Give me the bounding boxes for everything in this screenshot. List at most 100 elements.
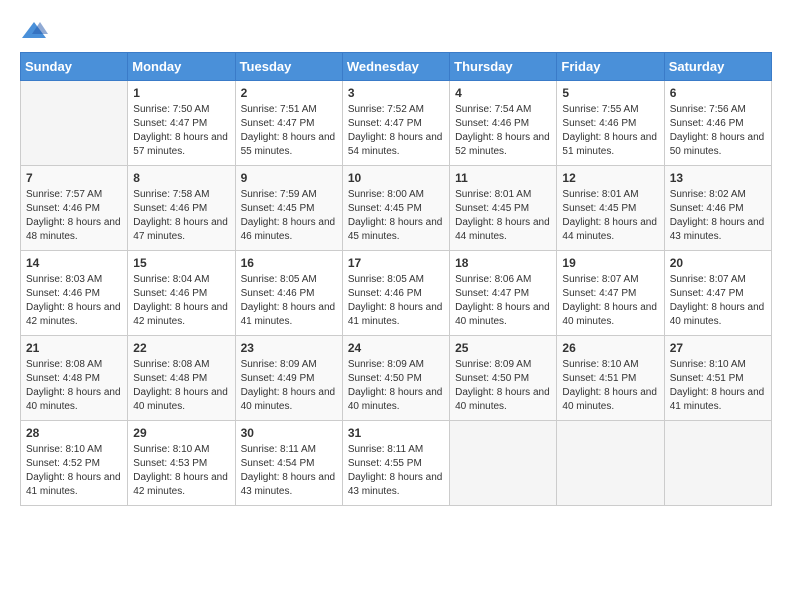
day-number: 27 [670,341,766,355]
day-number: 11 [455,171,551,185]
calendar-cell [664,421,771,506]
day-info: Sunrise: 7:51 AM Sunset: 4:47 PM Dayligh… [241,103,337,159]
calendar-cell: 21 Sunrise: 8:08 AM Sunset: 4:48 PM Dayl… [21,336,128,421]
calendar-cell: 26 Sunrise: 8:10 AM Sunset: 4:51 PM Dayl… [557,336,664,421]
day-info: Sunrise: 8:08 AM Sunset: 4:48 PM Dayligh… [26,358,122,414]
calendar-cell: 11 Sunrise: 8:01 AM Sunset: 4:45 PM Dayl… [450,166,557,251]
day-number: 20 [670,256,766,270]
day-number: 10 [348,171,444,185]
day-info: Sunrise: 7:56 AM Sunset: 4:46 PM Dayligh… [670,103,766,159]
day-header-saturday: Saturday [664,53,771,81]
day-info: Sunrise: 8:09 AM Sunset: 4:49 PM Dayligh… [241,358,337,414]
day-info: Sunrise: 7:54 AM Sunset: 4:46 PM Dayligh… [455,103,551,159]
calendar-week-5: 28 Sunrise: 8:10 AM Sunset: 4:52 PM Dayl… [21,421,772,506]
day-info: Sunrise: 8:04 AM Sunset: 4:46 PM Dayligh… [133,273,229,329]
day-info: Sunrise: 8:07 AM Sunset: 4:47 PM Dayligh… [670,273,766,329]
day-info: Sunrise: 8:11 AM Sunset: 4:55 PM Dayligh… [348,443,444,499]
day-info: Sunrise: 8:05 AM Sunset: 4:46 PM Dayligh… [241,273,337,329]
calendar-cell: 13 Sunrise: 8:02 AM Sunset: 4:46 PM Dayl… [664,166,771,251]
day-header-friday: Friday [557,53,664,81]
calendar-cell: 7 Sunrise: 7:57 AM Sunset: 4:46 PM Dayli… [21,166,128,251]
calendar-cell [450,421,557,506]
calendar-cell: 18 Sunrise: 8:06 AM Sunset: 4:47 PM Dayl… [450,251,557,336]
day-info: Sunrise: 8:10 AM Sunset: 4:51 PM Dayligh… [670,358,766,414]
logo [20,20,52,42]
calendar-cell: 24 Sunrise: 8:09 AM Sunset: 4:50 PM Dayl… [342,336,449,421]
calendar-cell: 12 Sunrise: 8:01 AM Sunset: 4:45 PM Dayl… [557,166,664,251]
calendar-cell: 5 Sunrise: 7:55 AM Sunset: 4:46 PM Dayli… [557,81,664,166]
calendar-cell [557,421,664,506]
day-info: Sunrise: 8:10 AM Sunset: 4:51 PM Dayligh… [562,358,658,414]
calendar-cell: 23 Sunrise: 8:09 AM Sunset: 4:49 PM Dayl… [235,336,342,421]
day-number: 18 [455,256,551,270]
day-info: Sunrise: 8:06 AM Sunset: 4:47 PM Dayligh… [455,273,551,329]
day-info: Sunrise: 7:59 AM Sunset: 4:45 PM Dayligh… [241,188,337,244]
calendar-cell: 4 Sunrise: 7:54 AM Sunset: 4:46 PM Dayli… [450,81,557,166]
day-number: 15 [133,256,229,270]
calendar-cell: 25 Sunrise: 8:09 AM Sunset: 4:50 PM Dayl… [450,336,557,421]
day-number: 9 [241,171,337,185]
day-info: Sunrise: 8:05 AM Sunset: 4:46 PM Dayligh… [348,273,444,329]
day-info: Sunrise: 7:58 AM Sunset: 4:46 PM Dayligh… [133,188,229,244]
day-info: Sunrise: 8:11 AM Sunset: 4:54 PM Dayligh… [241,443,337,499]
day-number: 1 [133,86,229,100]
calendar-cell: 20 Sunrise: 8:07 AM Sunset: 4:47 PM Dayl… [664,251,771,336]
calendar-cell: 28 Sunrise: 8:10 AM Sunset: 4:52 PM Dayl… [21,421,128,506]
calendar-cell: 30 Sunrise: 8:11 AM Sunset: 4:54 PM Dayl… [235,421,342,506]
day-info: Sunrise: 8:01 AM Sunset: 4:45 PM Dayligh… [455,188,551,244]
day-number: 19 [562,256,658,270]
day-header-tuesday: Tuesday [235,53,342,81]
calendar-cell: 9 Sunrise: 7:59 AM Sunset: 4:45 PM Dayli… [235,166,342,251]
calendar: SundayMondayTuesdayWednesdayThursdayFrid… [20,52,772,506]
day-number: 25 [455,341,551,355]
day-number: 22 [133,341,229,355]
day-info: Sunrise: 8:01 AM Sunset: 4:45 PM Dayligh… [562,188,658,244]
day-info: Sunrise: 8:09 AM Sunset: 4:50 PM Dayligh… [348,358,444,414]
day-header-sunday: Sunday [21,53,128,81]
day-info: Sunrise: 8:10 AM Sunset: 4:52 PM Dayligh… [26,443,122,499]
day-number: 24 [348,341,444,355]
day-number: 7 [26,171,122,185]
day-number: 29 [133,426,229,440]
day-number: 12 [562,171,658,185]
day-number: 2 [241,86,337,100]
day-number: 23 [241,341,337,355]
logo-icon [20,20,48,42]
day-number: 14 [26,256,122,270]
calendar-cell: 1 Sunrise: 7:50 AM Sunset: 4:47 PM Dayli… [128,81,235,166]
day-info: Sunrise: 7:50 AM Sunset: 4:47 PM Dayligh… [133,103,229,159]
calendar-cell: 29 Sunrise: 8:10 AM Sunset: 4:53 PM Dayl… [128,421,235,506]
day-header-wednesday: Wednesday [342,53,449,81]
calendar-cell: 31 Sunrise: 8:11 AM Sunset: 4:55 PM Dayl… [342,421,449,506]
calendar-cell: 3 Sunrise: 7:52 AM Sunset: 4:47 PM Dayli… [342,81,449,166]
day-number: 5 [562,86,658,100]
day-info: Sunrise: 7:52 AM Sunset: 4:47 PM Dayligh… [348,103,444,159]
calendar-week-2: 7 Sunrise: 7:57 AM Sunset: 4:46 PM Dayli… [21,166,772,251]
day-info: Sunrise: 8:08 AM Sunset: 4:48 PM Dayligh… [133,358,229,414]
day-number: 17 [348,256,444,270]
calendar-cell: 8 Sunrise: 7:58 AM Sunset: 4:46 PM Dayli… [128,166,235,251]
day-info: Sunrise: 8:10 AM Sunset: 4:53 PM Dayligh… [133,443,229,499]
calendar-week-1: 1 Sunrise: 7:50 AM Sunset: 4:47 PM Dayli… [21,81,772,166]
day-number: 6 [670,86,766,100]
day-info: Sunrise: 8:09 AM Sunset: 4:50 PM Dayligh… [455,358,551,414]
day-info: Sunrise: 7:55 AM Sunset: 4:46 PM Dayligh… [562,103,658,159]
calendar-cell: 10 Sunrise: 8:00 AM Sunset: 4:45 PM Dayl… [342,166,449,251]
day-number: 21 [26,341,122,355]
day-header-thursday: Thursday [450,53,557,81]
day-number: 26 [562,341,658,355]
calendar-cell: 16 Sunrise: 8:05 AM Sunset: 4:46 PM Dayl… [235,251,342,336]
day-info: Sunrise: 8:03 AM Sunset: 4:46 PM Dayligh… [26,273,122,329]
day-number: 13 [670,171,766,185]
day-info: Sunrise: 8:00 AM Sunset: 4:45 PM Dayligh… [348,188,444,244]
calendar-cell: 15 Sunrise: 8:04 AM Sunset: 4:46 PM Dayl… [128,251,235,336]
calendar-week-3: 14 Sunrise: 8:03 AM Sunset: 4:46 PM Dayl… [21,251,772,336]
day-number: 8 [133,171,229,185]
day-info: Sunrise: 7:57 AM Sunset: 4:46 PM Dayligh… [26,188,122,244]
calendar-week-4: 21 Sunrise: 8:08 AM Sunset: 4:48 PM Dayl… [21,336,772,421]
calendar-cell: 22 Sunrise: 8:08 AM Sunset: 4:48 PM Dayl… [128,336,235,421]
day-number: 31 [348,426,444,440]
day-info: Sunrise: 8:07 AM Sunset: 4:47 PM Dayligh… [562,273,658,329]
day-number: 3 [348,86,444,100]
calendar-cell: 27 Sunrise: 8:10 AM Sunset: 4:51 PM Dayl… [664,336,771,421]
